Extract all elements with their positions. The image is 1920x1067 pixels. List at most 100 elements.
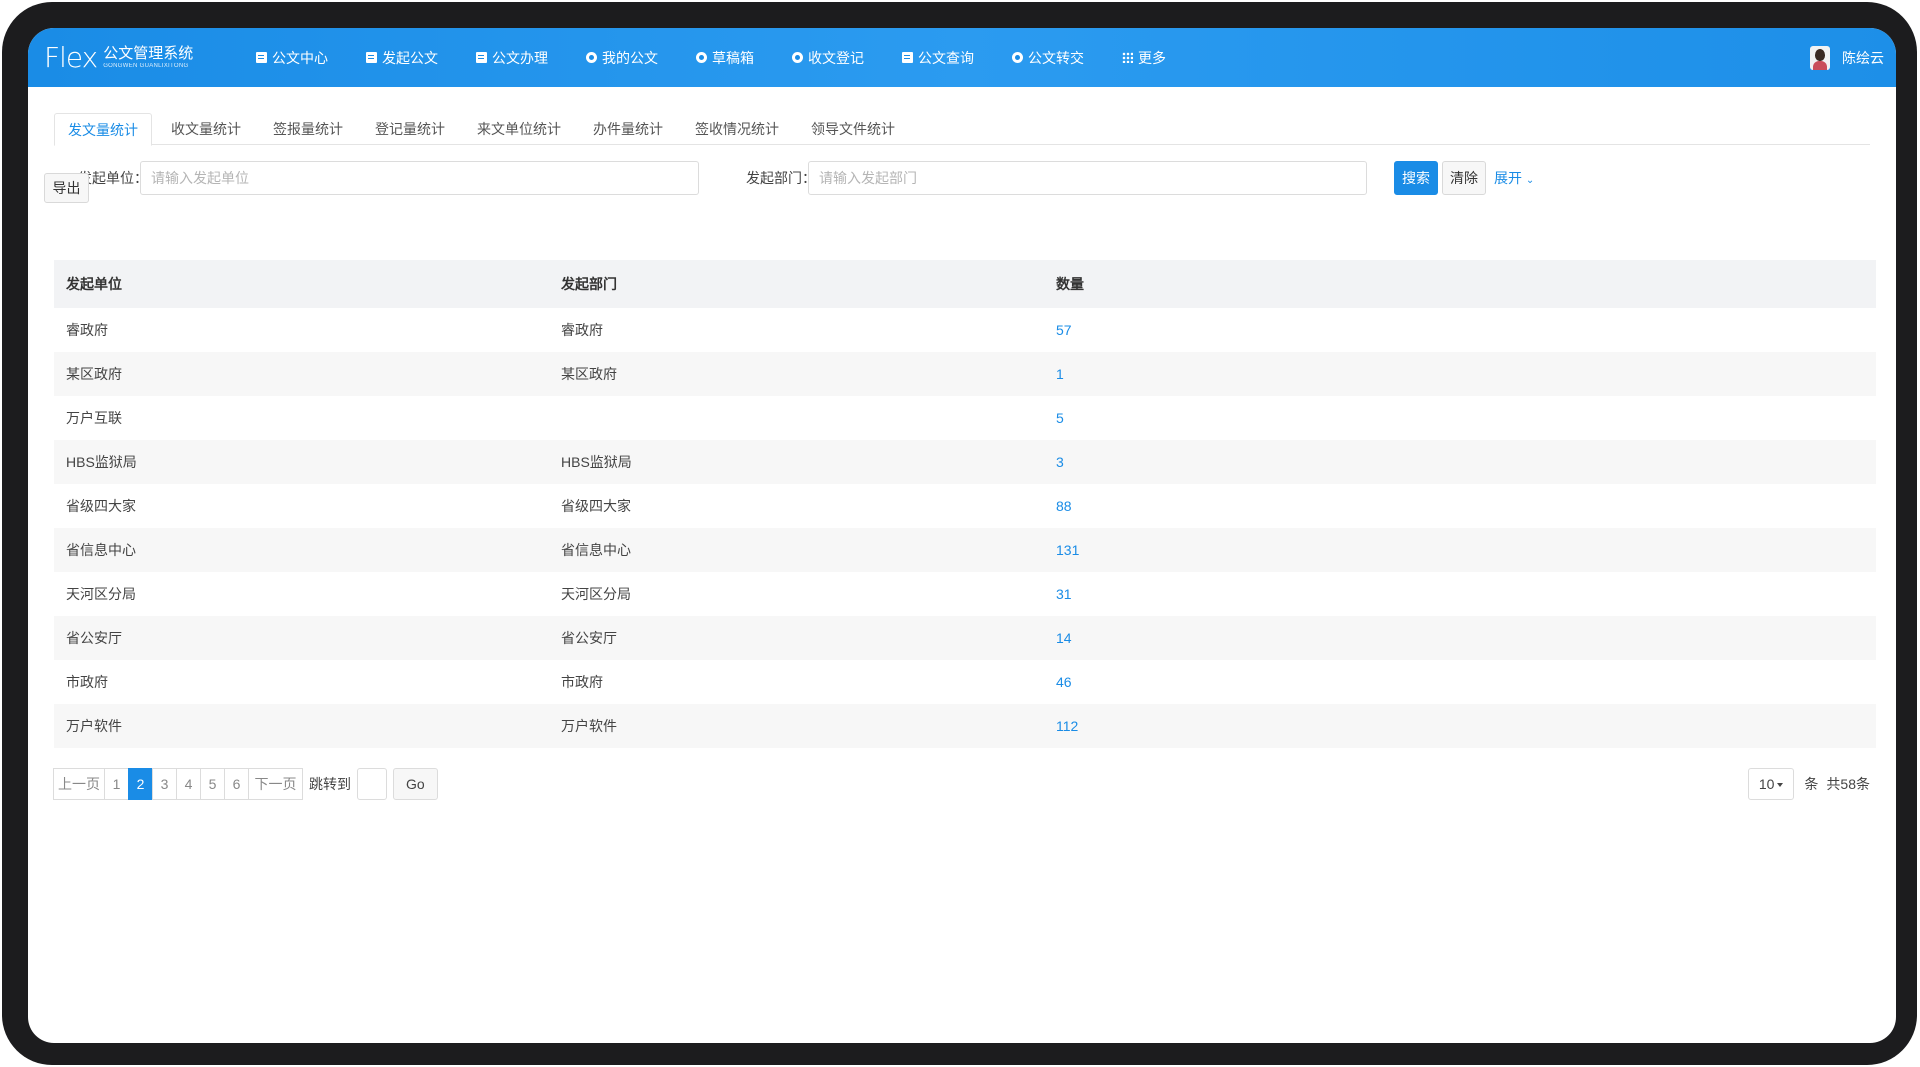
count-cell[interactable]: 46 xyxy=(1044,660,1876,704)
tab-4[interactable]: 来文单位统计 xyxy=(464,113,574,145)
table-row: 天河区分局 天河区分局 31 xyxy=(54,572,1876,616)
nav-item-7[interactable]: 公文转交 xyxy=(1012,48,1084,68)
export-button[interactable]: 导出 xyxy=(44,173,89,203)
table-row: 万户互联 5 xyxy=(54,396,1876,440)
tab-7[interactable]: 领导文件统计 xyxy=(798,113,908,145)
jump-page-input[interactable] xyxy=(357,768,387,800)
nav-item-label: 草稿箱 xyxy=(712,49,754,66)
unit-cell: 省级四大家 xyxy=(66,498,136,514)
tab-3[interactable]: 登记量统计 xyxy=(362,113,458,145)
nav-item-8[interactable]: 更多 xyxy=(1122,48,1166,68)
nav-item-2[interactable]: 公文办理 xyxy=(476,48,548,68)
dept-cell: 省公安厅 xyxy=(549,616,1044,660)
dept-cell: 睿政府 xyxy=(561,322,603,338)
search-bar: 发起单位： 发起部门： 搜索 清除 展开 ⌄ xyxy=(28,161,1896,195)
table-body: 睿政府 睿政府 57 某区政府 某区政府 1 万户互联 5 HBS监狱局 HBS监狱局 3 省级四大家… xyxy=(54,308,1876,748)
dept-cell: 天河区分局 xyxy=(561,586,631,602)
logo-subtitle: GONGWEN GUANLIXITONG xyxy=(103,63,189,69)
search-button[interactable]: 搜索 xyxy=(1394,161,1438,195)
jump-label: 跳转到 xyxy=(309,776,351,792)
table-row: 省公安厅 省公安厅 14 xyxy=(54,616,1876,660)
unit-cell: 省公安厅 xyxy=(54,616,549,660)
nav-item-4[interactable]: 草稿箱 xyxy=(696,48,754,68)
table-row: 省信息中心 省信息中心 131 xyxy=(54,528,1876,572)
document-icon xyxy=(256,52,267,63)
tab-5[interactable]: 办件量统计 xyxy=(580,113,676,145)
grid-icon xyxy=(1122,52,1133,63)
unit-cell: HBS监狱局 xyxy=(54,440,549,484)
page-button-6[interactable]: 6 xyxy=(224,768,249,800)
nav-item-label: 收文登记 xyxy=(808,49,864,66)
logo-text: 公文管理系统 GONGWEN GUANLIXITONG xyxy=(103,46,193,69)
column-header-unit[interactable]: 发起单位 xyxy=(54,260,549,308)
user-menu[interactable]: 陈绘云 xyxy=(1810,45,1884,70)
count-cell[interactable]: 131 xyxy=(1044,528,1876,572)
nav-item-1[interactable]: 发起公文 xyxy=(366,48,438,68)
table-header-row: 发起单位 发起部门 数量 xyxy=(54,260,1876,308)
tab-6[interactable]: 签收情况统计 xyxy=(682,113,792,145)
unit-search-input[interactable] xyxy=(140,161,699,195)
statistics-table: 发起单位 发起部门 数量 睿政府 睿政府 57 某区政府 某区政府 1 万户互联 5 HBS监狱… xyxy=(54,260,1876,748)
page-size-value: 10 xyxy=(1758,776,1775,792)
next-page-button[interactable]: 下一页 xyxy=(248,768,303,800)
page-button-3[interactable]: 3 xyxy=(152,768,177,800)
dept-cell: HBS监狱局 xyxy=(549,440,1044,484)
count-cell[interactable]: 3 xyxy=(1044,440,1876,484)
page-size-unit: 条 xyxy=(1804,776,1819,792)
table-row: 万户软件 万户软件 112 xyxy=(54,704,1876,748)
app-logo[interactable]: Flex 公文管理系统 GONGWEN GUANLIXITONG xyxy=(44,41,240,74)
dept-cell xyxy=(549,396,1044,440)
table-row: 省级四大家 省级四大家 88 xyxy=(54,484,1876,528)
save-icon xyxy=(366,52,377,63)
table-row: 某区政府 某区政府 1 xyxy=(54,352,1876,396)
dept-cell: 省信息中心 xyxy=(549,528,1044,572)
go-button[interactable]: Go xyxy=(393,768,438,800)
page-button-4[interactable]: 4 xyxy=(176,768,201,800)
expand-label: 展开 xyxy=(1494,170,1522,186)
table-row: 睿政府 睿政府 57 xyxy=(54,308,1876,352)
page-button-1[interactable]: 1 xyxy=(104,768,129,800)
tab-1[interactable]: 收文量统计 xyxy=(158,113,254,145)
column-header-dept[interactable]: 发起部门 xyxy=(549,260,1044,308)
table-row: HBS监狱局 HBS监狱局 3 xyxy=(54,440,1876,484)
app-screen: Flex 公文管理系统 GONGWEN GUANLIXITONG 公文中心 发起公… xyxy=(28,28,1896,1043)
pagination: 上一页 1 2 3 4 5 6 下一页 跳转到 Go xyxy=(53,768,438,800)
circle-icon xyxy=(792,52,803,63)
nav-item-label: 公文转交 xyxy=(1028,49,1084,66)
nav-item-5[interactable]: 收文登记 xyxy=(792,48,864,68)
count-cell[interactable]: 112 xyxy=(1044,704,1876,748)
dept-cell: 万户软件 xyxy=(549,704,1044,748)
tab-2[interactable]: 签报量统计 xyxy=(260,113,356,145)
nav-item-3[interactable]: 我的公文 xyxy=(586,48,658,68)
unit-cell: 某区政府 xyxy=(54,352,549,396)
page-size-select[interactable]: 10 xyxy=(1747,768,1795,800)
dept-search-input[interactable] xyxy=(808,161,1367,195)
nav-item-label: 发起公文 xyxy=(382,49,438,66)
count-cell[interactable]: 14 xyxy=(1044,616,1876,660)
logo-title: 公文管理系统 xyxy=(103,45,194,62)
count-cell[interactable]: 57 xyxy=(1044,308,1876,352)
prev-page-button[interactable]: 上一页 xyxy=(53,768,105,800)
nav-item-label: 公文查询 xyxy=(918,49,974,66)
nav-item-6[interactable]: 公文查询 xyxy=(902,48,974,68)
clear-button[interactable]: 清除 xyxy=(1442,161,1486,195)
user-name: 陈绘云 xyxy=(1842,49,1884,66)
avatar xyxy=(1810,45,1830,70)
device-frame: Flex 公文管理系统 GONGWEN GUANLIXITONG 公文中心 发起公… xyxy=(0,0,1920,1067)
circle-icon xyxy=(1012,52,1023,63)
dept-cell: 省级四大家 xyxy=(561,498,631,514)
page-button-2[interactable]: 2 xyxy=(128,768,153,800)
count-cell[interactable]: 88 xyxy=(1044,484,1876,528)
count-cell[interactable]: 1 xyxy=(1044,352,1876,396)
count-cell[interactable]: 5 xyxy=(1044,396,1876,440)
main-nav: 公文中心 发起公文 公文办理 我的公文 草稿箱 收文登记 公文查询 公文转交 更多 xyxy=(256,48,1204,68)
device-bezel: Flex 公文管理系统 GONGWEN GUANLIXITONG 公文中心 发起公… xyxy=(2,2,1917,1065)
column-header-count[interactable]: 数量 xyxy=(1044,260,1876,308)
tab-0[interactable]: 发文量统计 xyxy=(54,113,152,146)
page-button-5[interactable]: 5 xyxy=(200,768,225,800)
nav-item-label: 我的公文 xyxy=(602,49,658,66)
count-cell[interactable]: 31 xyxy=(1044,572,1876,616)
nav-item-0[interactable]: 公文中心 xyxy=(256,48,328,68)
expand-toggle[interactable]: 展开 ⌄ xyxy=(1494,161,1534,198)
caret-down-icon xyxy=(1777,783,1784,788)
